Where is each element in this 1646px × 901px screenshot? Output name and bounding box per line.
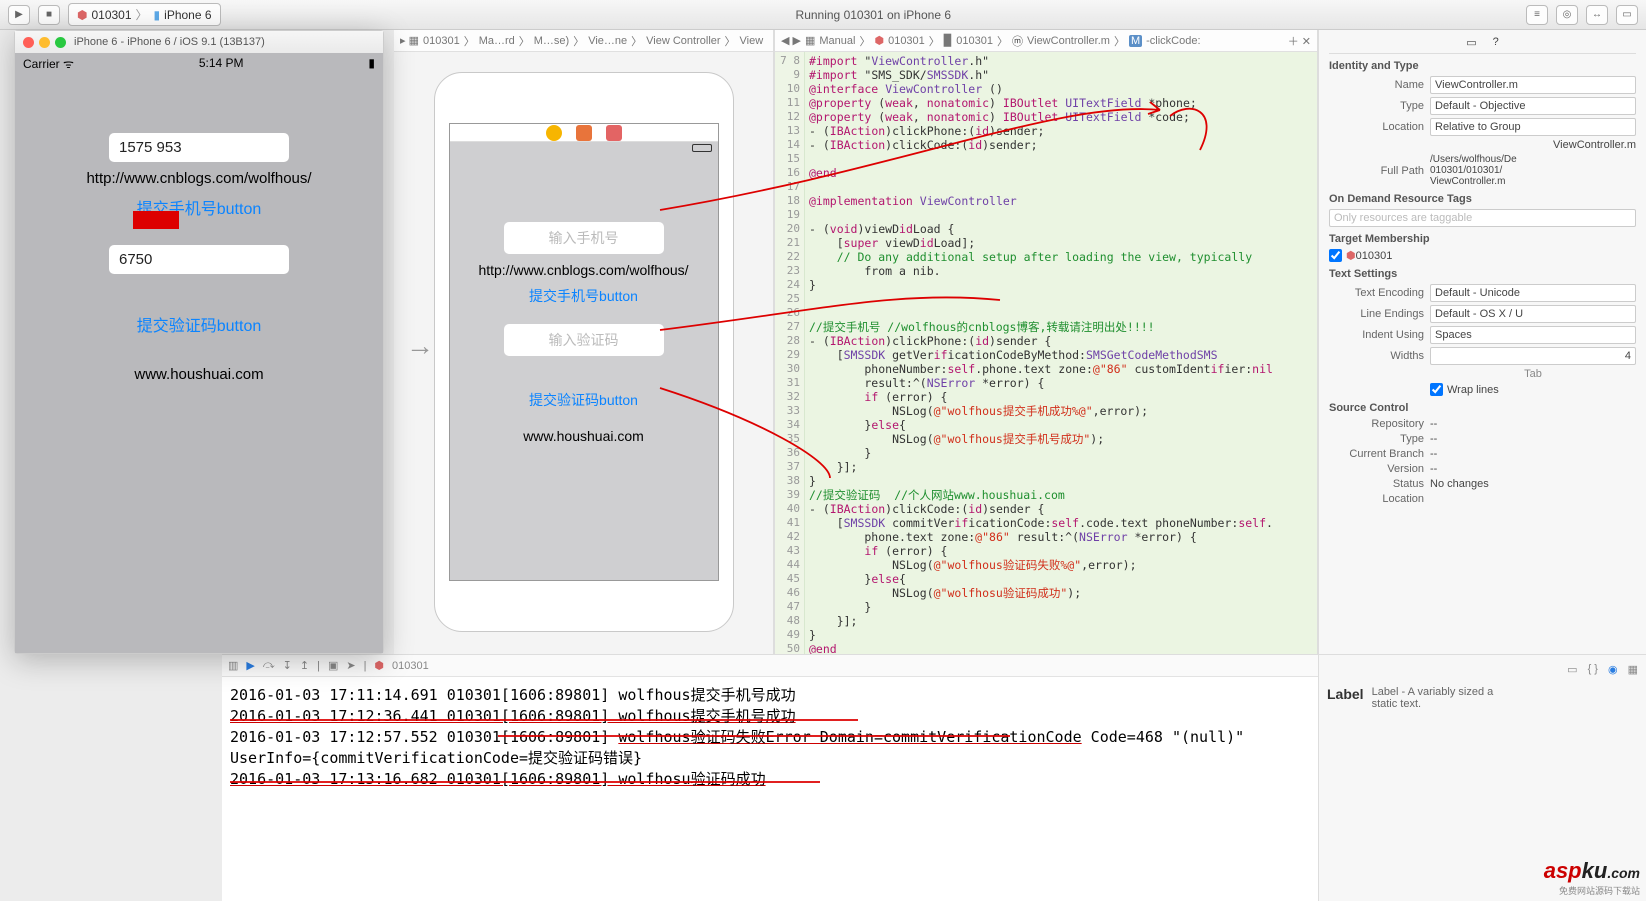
redacted-box	[133, 211, 179, 229]
footer-site-label: www.houshuai.com	[15, 366, 383, 383]
ib-submit-code-button[interactable]: 提交验证码button	[450, 390, 718, 410]
editor-standard-icon[interactable]: ≡	[1526, 5, 1548, 25]
step-out-icon[interactable]: ↥	[300, 659, 309, 672]
ios-simulator-window: iPhone 6 - iPhone 6 / iOS 9.1 (13B137) C…	[14, 30, 384, 654]
full-path-text: /Users/wolfhous/De 010301/010301/ ViewCo…	[1430, 154, 1636, 187]
red-box-icon	[606, 125, 622, 141]
wrap-lines-checkbox[interactable]	[1430, 383, 1443, 396]
activity-status: Running 010301 on iPhone 6	[229, 8, 1518, 22]
device-canvas[interactable]: 输入手机号 http://www.cnblogs.com/wolfhous/ 提…	[434, 72, 734, 632]
indent-select[interactable]: Spaces	[1430, 326, 1636, 344]
editor-assistant-icon[interactable]: ◎	[1556, 5, 1578, 25]
storyboard-toolbar	[450, 124, 718, 142]
simulator-titlebar: iPhone 6 - iPhone 6 / iOS 9.1 (13B137)	[15, 31, 383, 53]
run-button[interactable]: ▶	[8, 5, 30, 25]
ib-submit-phone-button[interactable]: 提交手机号button	[450, 286, 718, 306]
library-item-title[interactable]: Label	[1327, 686, 1364, 710]
file-inspector-tab-icon[interactable]: ▭	[1466, 36, 1476, 49]
lib-code-icon[interactable]: { }	[1588, 663, 1598, 676]
debug-view-icon[interactable]: ▣	[328, 659, 338, 672]
quickhelp-tab-icon[interactable]: ?	[1493, 36, 1499, 49]
phone-placeholder-field[interactable]: 输入手机号	[504, 222, 664, 254]
file-type-select[interactable]: Default - Objective	[1430, 97, 1636, 115]
battery-icon: ▮	[368, 56, 375, 70]
debug-console: ▥ ▶ ⤼ ↧ ↥ | ▣ ➤ | ⬢010301 2016-01-03 17:…	[222, 654, 1318, 901]
watermark: aspku.com 免费网站源码下载站	[1544, 858, 1640, 897]
location-icon[interactable]: ➤	[346, 659, 355, 672]
stop-button[interactable]: ■	[38, 5, 60, 25]
app-icon: ⬢	[77, 8, 87, 22]
device-icon: ▮	[154, 8, 161, 22]
step-over-icon[interactable]: ⤼	[263, 659, 275, 672]
ib-url-label: http://www.cnblogs.com/wolfhous/	[450, 262, 718, 278]
widths-stepper[interactable]: 4	[1430, 347, 1636, 365]
segue-arrow-icon: →	[406, 330, 434, 362]
minimize-icon[interactable]	[39, 37, 50, 48]
line-gutter: 7 8 9 10 11 12 13 14 15 16 17 18 19 20 2…	[775, 30, 805, 654]
code-jump-bar[interactable]: ◀ ▶▦Manual〉 ⬢010301〉 ▉010301〉 ⓜViewContr…	[775, 30, 1317, 52]
process-name[interactable]: 010301	[392, 660, 429, 672]
text-encoding-select[interactable]: Default - Unicode	[1430, 284, 1636, 302]
vars-toggle-icon[interactable]: ▥	[228, 659, 238, 672]
lib-file-icon[interactable]: ▭	[1567, 663, 1577, 676]
target-checkbox[interactable]	[1329, 249, 1342, 262]
ib-jump-bar[interactable]: ▸ ▦010301〉 Ma…rd〉M…se)〉 Vie…ne〉View Cont…	[394, 30, 773, 52]
lib-media-icon[interactable]: ▦	[1628, 663, 1638, 676]
lib-object-icon[interactable]: ◉	[1608, 663, 1618, 676]
console-output[interactable]: 2016-01-03 17:11:14.691 010301[1606:8980…	[222, 677, 1318, 798]
panel-toggle-icon[interactable]: ▭	[1616, 5, 1638, 25]
code-placeholder-field[interactable]: 输入验证码	[504, 324, 664, 356]
simulator-screen: Carrier ᯤ 5:14 PM ▮ 1575 953 http://www.…	[15, 53, 383, 653]
location-select[interactable]: Relative to Group	[1430, 118, 1636, 136]
status-time: 5:14 PM	[199, 56, 244, 70]
code-textfield[interactable]: 6750	[109, 245, 289, 274]
code-text[interactable]: #import "ViewController.h" #import "SMS_…	[805, 30, 1317, 654]
submit-code-button[interactable]: 提交验证码button	[15, 312, 383, 336]
continue-icon[interactable]: ▶	[246, 659, 254, 672]
file-inspector: ▭ ? Identity and Type NameViewController…	[1318, 30, 1646, 654]
editor-version-icon[interactable]: ↔	[1586, 5, 1608, 25]
xcode-toolbar: ▶ ■ ⬢ 010301 〉 ▮ iPhone 6 Running 010301…	[0, 0, 1646, 30]
yellow-dot-icon	[546, 125, 562, 141]
scheme-selector[interactable]: ⬢ 010301 〉 ▮ iPhone 6	[68, 3, 221, 26]
zoom-icon[interactable]	[55, 37, 66, 48]
url-label: http://www.cnblogs.com/wolfhous/	[15, 170, 383, 187]
file-name-field[interactable]: ViewController.m	[1430, 76, 1636, 94]
carrier-label: Carrier ᯤ	[23, 55, 74, 72]
ib-footer-label: www.houshuai.com	[450, 428, 718, 444]
simulator-title: iPhone 6 - iPhone 6 / iOS 9.1 (13B137)	[74, 36, 265, 48]
odr-tags-field[interactable]: Only resources are taggable	[1329, 209, 1636, 227]
source-editor[interactable]: ◀ ▶▦Manual〉 ⬢010301〉 ▉010301〉 ⓜViewContr…	[774, 30, 1318, 654]
scheme-device: iPhone 6	[164, 8, 211, 22]
interface-builder-pane: ▸ ▦010301〉 Ma…rd〉M…se)〉 Vie…ne〉View Cont…	[394, 30, 774, 654]
scheme-target: 010301	[91, 8, 131, 22]
orange-cube-icon	[576, 125, 592, 141]
line-endings-select[interactable]: Default - OS X / U	[1430, 305, 1636, 323]
library-item-desc: Label - A variably sized a static text.	[1372, 686, 1494, 710]
battery-icon	[692, 144, 712, 152]
submit-phone-button[interactable]: 提交手机号button	[15, 195, 383, 219]
step-in-icon[interactable]: ↧	[283, 659, 292, 672]
close-icon[interactable]	[23, 37, 34, 48]
console-toolbar: ▥ ▶ ⤼ ↧ ↥ | ▣ ➤ | ⬢010301	[222, 655, 1318, 677]
phone-textfield[interactable]: 1575 953	[109, 133, 289, 162]
